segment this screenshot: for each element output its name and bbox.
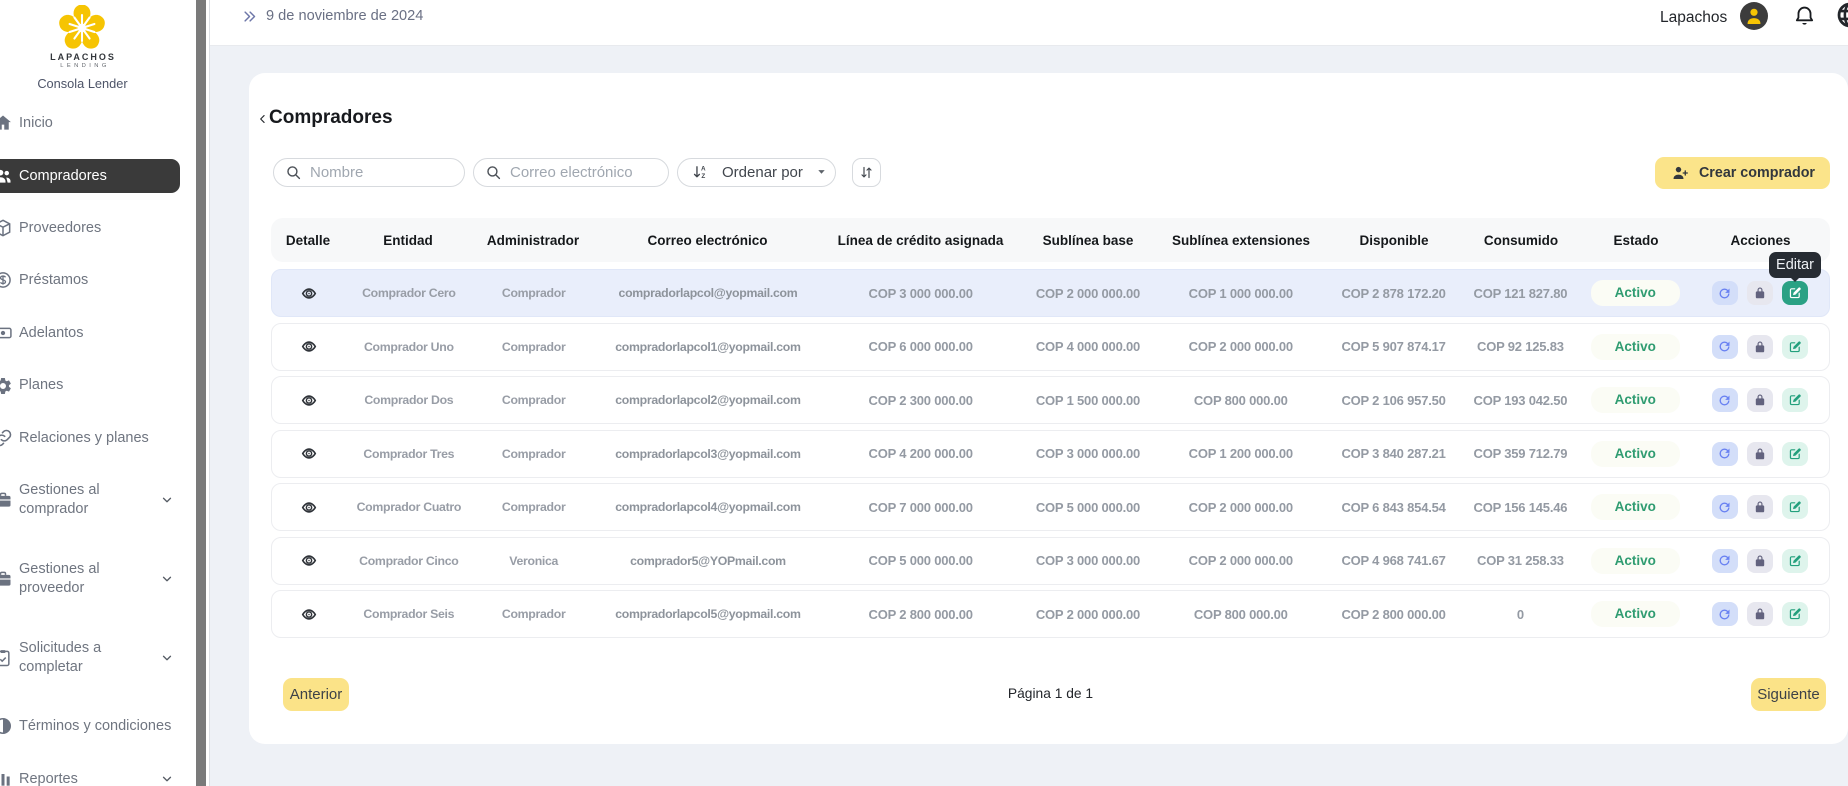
svg-text:Z: Z (701, 173, 705, 180)
svg-text:A: A (701, 166, 706, 173)
